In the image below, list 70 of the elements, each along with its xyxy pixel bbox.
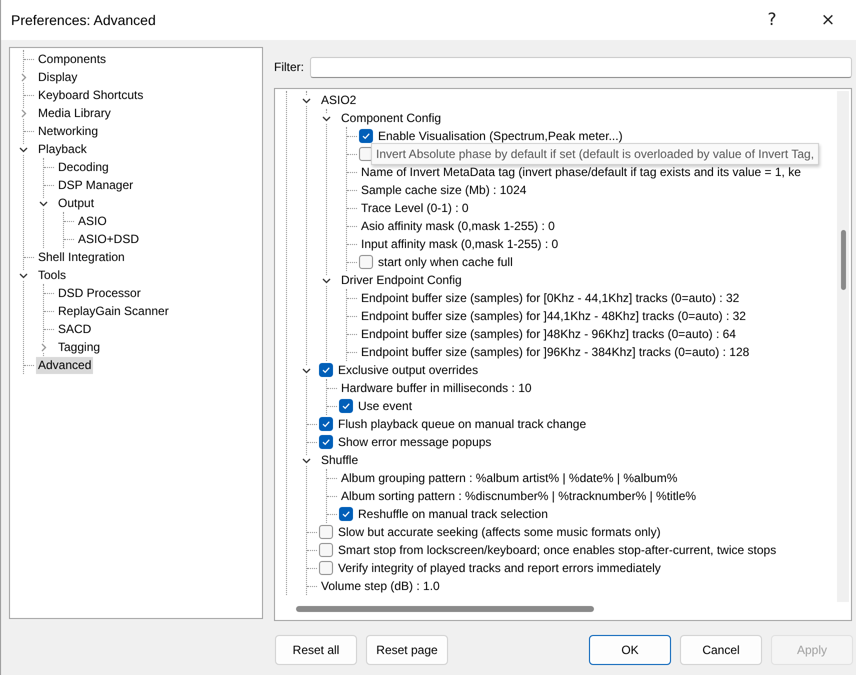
checkbox[interactable] bbox=[319, 435, 333, 449]
setting-label[interactable]: Input affinity mask (0,mask 1-255) : 0 bbox=[359, 236, 560, 252]
setting-label: Smart stop from lockscreen/keyboard; once enables stop-after-current, twice stops bbox=[337, 542, 778, 558]
sidebar-item[interactable]: Tools bbox=[36, 266, 68, 284]
checkbox[interactable] bbox=[319, 417, 333, 431]
checkbox[interactable] bbox=[339, 399, 353, 413]
setting-label[interactable]: Component Config bbox=[339, 110, 444, 126]
close-button[interactable]: × bbox=[800, 0, 856, 40]
setting-label[interactable]: Album grouping pattern : %album artist% | %date% | %album% bbox=[339, 470, 680, 486]
setting-label: Use event bbox=[357, 398, 414, 414]
help-button[interactable]: ? bbox=[744, 0, 800, 40]
checkbox[interactable] bbox=[319, 561, 333, 575]
sidebar-item[interactable]: Shell Integration bbox=[36, 248, 127, 266]
sidebar-item[interactable]: ASIO bbox=[76, 212, 109, 230]
sidebar-item[interactable]: DSP Manager bbox=[56, 176, 136, 194]
setting-label: Verify integrity of played tracks and report errors immediately bbox=[337, 560, 662, 576]
checkbox[interactable] bbox=[319, 363, 333, 377]
setting-label[interactable]: Endpoint buffer size (samples) for ]96Khz - 384Khz] tracks (0=auto) : 128 bbox=[359, 344, 752, 360]
checkbox[interactable] bbox=[339, 507, 353, 521]
checkbox[interactable] bbox=[359, 255, 373, 269]
setting-label: Show error message popups bbox=[337, 434, 492, 450]
setting-label[interactable]: Sample cache size (Mb) : 1024 bbox=[359, 182, 528, 198]
dialog-button[interactable]: Cancel bbox=[680, 635, 762, 665]
setting-label[interactable]: Endpoint buffer size (samples) for ]44,1Khz - 48Khz] tracks (0=auto) : 32 bbox=[359, 308, 748, 324]
setting-label[interactable]: Driver Endpoint Config bbox=[339, 272, 464, 288]
dialog-button[interactable]: OK bbox=[589, 635, 671, 665]
checkbox[interactable] bbox=[319, 543, 333, 557]
sidebar-item[interactable]: Tagging bbox=[56, 338, 102, 356]
setting-label: Enable Visualisation (Spectrum,Peak meter...) bbox=[377, 128, 624, 144]
setting-label[interactable]: Asio affinity mask (0,mask 1-255) : 0 bbox=[359, 218, 557, 234]
setting-label[interactable]: Shuffle bbox=[319, 452, 360, 468]
sidebar-item[interactable]: Advanced bbox=[36, 356, 94, 374]
sidebar-item[interactable]: Display bbox=[36, 68, 80, 86]
filter-field[interactable] bbox=[310, 56, 852, 78]
sidebar-item[interactable]: ASIO+DSD bbox=[76, 230, 142, 248]
sidebar-item[interactable]: ReplayGain Scanner bbox=[56, 302, 171, 320]
checkbox[interactable] bbox=[359, 129, 373, 143]
setting-label[interactable]: Trace Level (0-1) : 0 bbox=[359, 200, 471, 216]
checkmark-icon bbox=[321, 365, 331, 375]
tooltip: Invert Absolute phase by default if set (default is overloaded by value of Invert Tag, bbox=[371, 143, 820, 165]
sidebar-item[interactable]: DSD Processor bbox=[56, 284, 143, 302]
setting-label[interactable]: Volume step (dB) : 1.0 bbox=[319, 578, 442, 594]
checkmark-icon bbox=[341, 509, 351, 519]
setting-label[interactable]: Endpoint buffer size (samples) for ]48Khz - 96Khz] tracks (0=auto) : 64 bbox=[359, 326, 738, 342]
setting-label[interactable]: Name of Invert MetaData tag (invert phase/default if tag exists and its value = 1, ke bbox=[359, 164, 803, 180]
filter-label: Filter: bbox=[274, 60, 304, 74]
setting-label: Reshuffle on manual track selection bbox=[357, 506, 549, 522]
sidebar-item[interactable]: Components bbox=[36, 50, 108, 68]
sidebar-item[interactable]: Output bbox=[56, 194, 96, 212]
setting-label: Slow but accurate seeking (affects some music formats only) bbox=[337, 524, 662, 540]
sidebar-item[interactable]: Keyboard Shortcuts bbox=[36, 86, 146, 104]
sidebar-item[interactable]: SACD bbox=[56, 320, 94, 338]
sidebar-item[interactable]: Playback bbox=[36, 140, 89, 158]
setting-label[interactable]: ASIO2 bbox=[319, 92, 358, 108]
sidebar-item[interactable]: Media Library bbox=[36, 104, 113, 122]
setting-label[interactable]: Album sorting pattern : %discnumber% | %tracknumber% | %title% bbox=[339, 488, 698, 504]
setting-label[interactable]: Hardware buffer in milliseconds : 10 bbox=[339, 380, 534, 396]
setting-label: Exclusive output overrides bbox=[337, 362, 480, 378]
checkmark-icon bbox=[361, 131, 371, 141]
dialog-button[interactable]: Reset page bbox=[366, 635, 448, 665]
scrollbar-thumb[interactable] bbox=[296, 606, 594, 612]
scrollbar-thumb[interactable] bbox=[841, 230, 846, 290]
sidebar-item[interactable]: Networking bbox=[36, 122, 100, 140]
window-title: Preferences: Advanced bbox=[11, 12, 157, 28]
checkbox[interactable] bbox=[319, 525, 333, 539]
sidebar-item[interactable]: Decoding bbox=[56, 158, 111, 176]
setting-label[interactable]: Endpoint buffer size (samples) for [0Khz - 44,1Khz] tracks (0=auto) : 32 bbox=[359, 290, 742, 306]
dialog-button[interactable]: Reset all bbox=[275, 635, 357, 665]
setting-label: start only when cache full bbox=[377, 254, 514, 270]
setting-label: Flush playback queue on manual track change bbox=[337, 416, 588, 432]
